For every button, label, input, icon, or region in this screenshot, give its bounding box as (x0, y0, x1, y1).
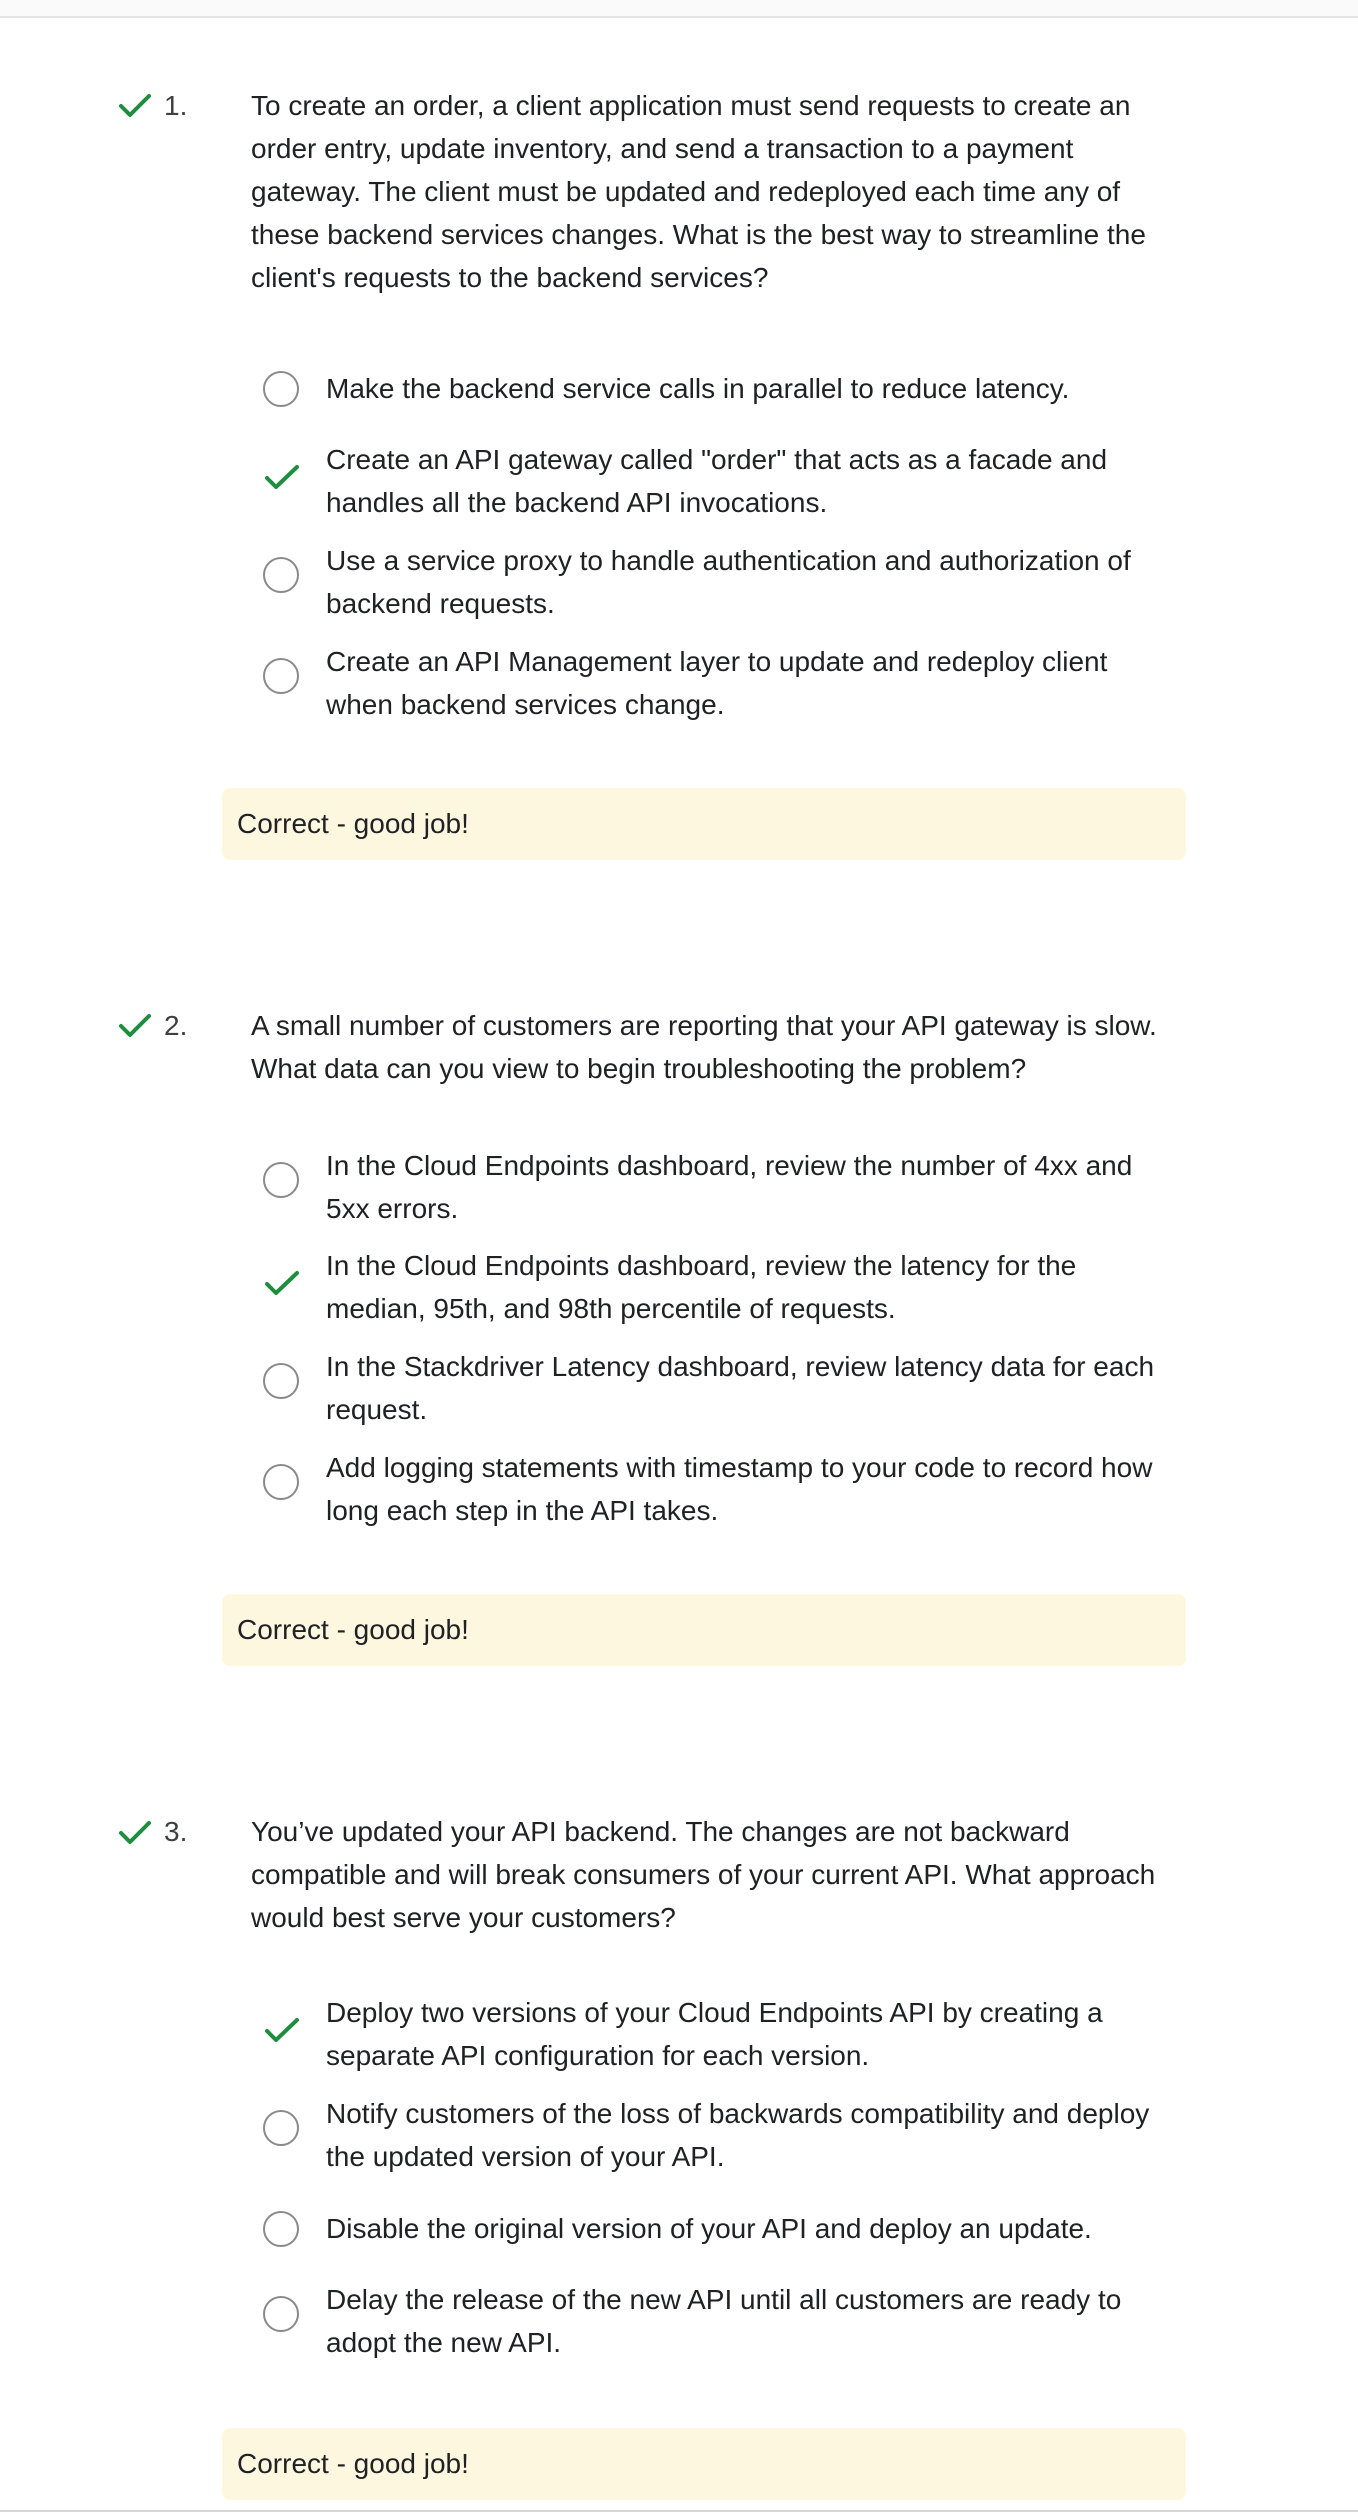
question-number: 1. (164, 90, 188, 121)
check-icon (119, 1821, 151, 1844)
check-icon (265, 1271, 299, 1295)
question-text: To create an order, a client application… (251, 90, 1146, 293)
feedback-box: Correct - good job! (222, 1594, 1186, 1666)
top-divider (0, 0, 1358, 18)
bottom-divider (0, 2510, 1358, 2512)
question-text: You’ve updated your API backend. The cha… (251, 1816, 1156, 1933)
radio-button[interactable] (263, 1464, 301, 1502)
option-label: Create an API gateway called "order" tha… (326, 444, 1108, 518)
feedback-text: Correct - good job! (237, 808, 469, 839)
radio-button[interactable] (263, 1363, 301, 1401)
radio-button[interactable] (263, 557, 301, 595)
feedback-text: Correct - good job! (237, 2448, 469, 2479)
radio-button[interactable] (263, 2110, 301, 2148)
feedback-box: Correct - good job! (222, 2428, 1186, 2500)
option-label: Use a service proxy to handle authentica… (326, 545, 1131, 619)
option-label: Add logging statements with timestamp to… (326, 1452, 1153, 1526)
feedback-text: Correct - good job! (237, 1614, 469, 1645)
question-number: 2. (164, 1010, 188, 1041)
question-text: A small number of customers are reportin… (251, 1010, 1157, 1084)
option-label: In the Cloud Endpoints dashboard, review… (326, 1150, 1133, 1224)
option-label: Make the backend service calls in parall… (326, 373, 1070, 404)
option-label: Disable the original version of your API… (326, 2213, 1092, 2244)
radio-button[interactable] (263, 658, 301, 696)
radio-button[interactable] (263, 371, 301, 409)
option-label: In the Cloud Endpoints dashboard, review… (326, 1250, 1077, 1324)
question-number: 3. (164, 1816, 188, 1847)
option-label: Delay the release of the new API until a… (326, 2284, 1122, 2358)
radio-button[interactable] (263, 1162, 301, 1200)
check-icon (119, 94, 151, 117)
option-label: Deploy two versions of your Cloud Endpoi… (326, 1997, 1103, 2071)
check-icon (119, 1014, 151, 1037)
option-label: Create an API Management layer to update… (326, 646, 1108, 720)
radio-button[interactable] (263, 2296, 301, 2334)
check-icon (265, 2018, 299, 2042)
option-label: In the Stackdriver Latency dashboard, re… (326, 1351, 1155, 1425)
check-icon (265, 465, 299, 489)
radio-button[interactable] (263, 2211, 301, 2249)
feedback-box: Correct - good job! (222, 788, 1186, 860)
option-label: Notify customers of the loss of backward… (326, 2098, 1150, 2172)
